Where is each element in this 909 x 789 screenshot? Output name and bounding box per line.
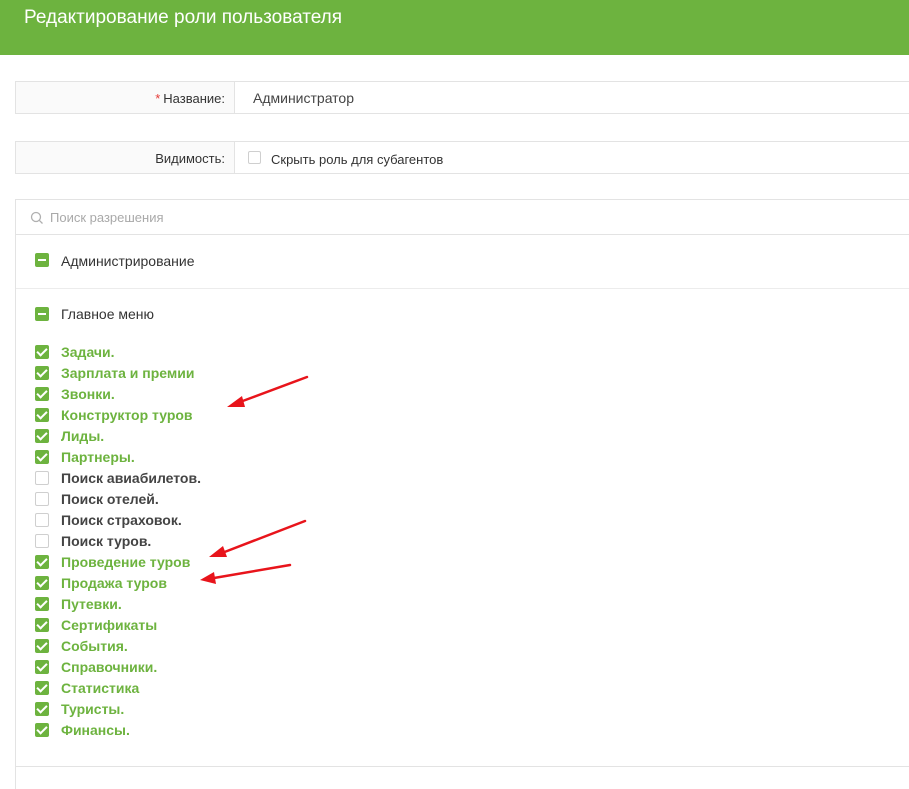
- name-label-cell: * Название:: [16, 82, 235, 113]
- permission-label[interactable]: Лиды.: [61, 428, 104, 444]
- permission-label[interactable]: Поиск страховок.: [61, 512, 182, 528]
- name-label: * Название:: [155, 91, 225, 106]
- permission-checkbox[interactable]: [35, 681, 49, 695]
- permission-item[interactable]: Зарплата и премии: [35, 364, 335, 384]
- search-icon: [30, 211, 43, 224]
- permission-checkbox[interactable]: [35, 450, 49, 464]
- permission-item[interactable]: Задачи.: [35, 343, 335, 363]
- permission-label[interactable]: Туристы.: [61, 701, 124, 717]
- permission-label[interactable]: Звонки.: [61, 386, 115, 402]
- permission-item[interactable]: Поиск авиабилетов.: [35, 469, 335, 489]
- required-mark: *: [155, 91, 161, 106]
- permission-item[interactable]: Партнеры.: [35, 448, 335, 468]
- permission-search-input[interactable]: [50, 206, 650, 228]
- visibility-row: Видимость: Скрыть роль для субагентов: [15, 141, 909, 174]
- permission-checkbox[interactable]: [35, 366, 49, 380]
- permission-item[interactable]: Поиск отелей.: [35, 490, 335, 510]
- permission-item[interactable]: Конструктор туров: [35, 406, 335, 426]
- permission-checkbox[interactable]: [35, 513, 49, 527]
- permission-item[interactable]: Поиск страховок.: [35, 511, 335, 531]
- permission-item[interactable]: Звонки.: [35, 385, 335, 405]
- permission-checkbox[interactable]: [35, 723, 49, 737]
- permission-search-row: [16, 200, 909, 235]
- permission-checkbox[interactable]: [35, 702, 49, 716]
- group-row-administration: Администрирование: [16, 236, 909, 289]
- permission-item[interactable]: Финансы.: [35, 721, 335, 741]
- visibility-label-cell: Видимость:: [16, 142, 235, 173]
- permission-checkbox[interactable]: [35, 576, 49, 590]
- permission-checkbox[interactable]: [35, 429, 49, 443]
- permission-label[interactable]: Конструктор туров: [61, 407, 193, 423]
- permission-item[interactable]: Продажа туров: [35, 574, 335, 594]
- permission-label[interactable]: Финансы.: [61, 722, 130, 738]
- permission-label[interactable]: Поиск отелей.: [61, 491, 159, 507]
- permission-item[interactable]: Туристы.: [35, 700, 335, 720]
- name-row: * Название: Администратор: [15, 81, 909, 114]
- permission-item[interactable]: Проведение туров: [35, 553, 335, 573]
- permission-checkbox[interactable]: [35, 408, 49, 422]
- group-label-main-menu[interactable]: Главное меню: [61, 306, 154, 322]
- group-checkbox-administration[interactable]: [35, 253, 49, 267]
- permissions-panel: Администрирование Главное меню Задачи. За…: [15, 199, 909, 789]
- name-label-text: Название:: [163, 91, 225, 106]
- permission-checkbox[interactable]: [35, 555, 49, 569]
- name-field[interactable]: Администратор: [253, 90, 354, 106]
- permission-item[interactable]: Поиск туров.: [35, 532, 335, 552]
- hide-role-checkbox[interactable]: [248, 151, 261, 164]
- permission-checkbox[interactable]: [35, 492, 49, 506]
- hide-role-label[interactable]: Скрыть роль для субагентов: [271, 152, 443, 167]
- permission-label[interactable]: Справочники.: [61, 659, 157, 675]
- permission-checkbox[interactable]: [35, 471, 49, 485]
- permission-item[interactable]: Лиды.: [35, 427, 335, 447]
- permission-label[interactable]: Статистика: [61, 680, 139, 696]
- permission-label[interactable]: Партнеры.: [61, 449, 135, 465]
- permission-label[interactable]: Задачи.: [61, 344, 115, 360]
- permission-checkbox[interactable]: [35, 618, 49, 632]
- permission-checkbox[interactable]: [35, 597, 49, 611]
- permission-checkbox[interactable]: [35, 639, 49, 653]
- permission-item[interactable]: Справочники.: [35, 658, 335, 678]
- permission-label[interactable]: Проведение туров: [61, 554, 190, 570]
- permission-item[interactable]: Статистика: [35, 679, 335, 699]
- visibility-label: Видимость:: [155, 151, 225, 166]
- permission-label[interactable]: Продажа туров: [61, 575, 167, 591]
- permission-label[interactable]: Зарплата и премии: [61, 365, 194, 381]
- permission-label[interactable]: Путевки.: [61, 596, 122, 612]
- permission-checkbox[interactable]: [35, 345, 49, 359]
- permission-item[interactable]: Путевки.: [35, 595, 335, 615]
- permission-item[interactable]: События.: [35, 637, 335, 657]
- permission-label[interactable]: События.: [61, 638, 128, 654]
- permission-label[interactable]: Поиск туров.: [61, 533, 151, 549]
- group-label-administration[interactable]: Администрирование: [61, 253, 195, 269]
- permission-checkbox[interactable]: [35, 534, 49, 548]
- permission-checkbox[interactable]: [35, 660, 49, 674]
- divider: [15, 766, 909, 767]
- group-checkbox-main-menu[interactable]: [35, 307, 49, 321]
- page-header: Редактирование роли пользователя: [0, 0, 909, 55]
- page-title: Редактирование роли пользователя: [24, 7, 343, 28]
- permission-checkbox[interactable]: [35, 387, 49, 401]
- permission-label[interactable]: Поиск авиабилетов.: [61, 470, 201, 486]
- permission-item[interactable]: Сертификаты: [35, 616, 335, 636]
- permission-label[interactable]: Сертификаты: [61, 617, 157, 633]
